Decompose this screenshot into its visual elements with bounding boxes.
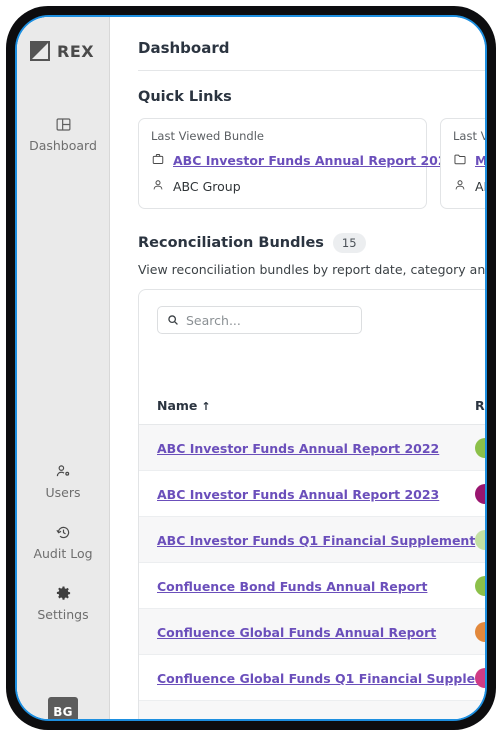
sort-asc-icon: ↑ — [201, 400, 211, 413]
sidebar-nav: Dashboard Users Audit Log Settings — [17, 105, 109, 635]
quick-link-owner-row: ABC G — [453, 177, 485, 196]
search-wrap: Search... — [139, 306, 485, 334]
table-header-row: Name↑ Revie — [139, 394, 485, 425]
briefcase-icon — [151, 151, 165, 170]
sidebar: REX Dashboard Users Audit Log Settings B… — [17, 17, 110, 719]
main-content: Dashboard Quick Links Last Viewed Bundle — [110, 17, 485, 719]
brand-name: REX — [57, 41, 95, 61]
cell-name: ABC Investor Funds Annual Report 2023 — [139, 470, 457, 517]
cell-name: CTI Annual Report — [139, 700, 457, 719]
bundle-name-link[interactable]: ABC Investor Funds Q1 Financial Suppleme… — [157, 533, 475, 548]
users-gear-icon — [55, 463, 72, 480]
bundles-count-badge: 15 — [332, 233, 366, 253]
sidebar-footer: BG — [17, 697, 109, 719]
cell-name: Confluence Global Funds Q1 Financial Sup… — [139, 654, 485, 701]
bundle-name-link[interactable]: Confluence Global Funds Annual Report — [157, 625, 436, 640]
bundle-name-link[interactable]: Confluence Bond Funds Annual Report — [157, 579, 427, 594]
table-row[interactable]: ABC Investor Funds Annual Report 2022 Rea… — [139, 424, 485, 471]
status-badge: Read — [475, 576, 485, 596]
table-row[interactable]: CTI Annual Report Read — [139, 700, 485, 719]
cell-review-status: Read — [457, 562, 485, 609]
bundles-table: Name↑ Revie ABC Investor Funds Annual Re… — [139, 394, 485, 719]
quick-link-owner: ABC Group — [173, 179, 241, 194]
bundles-description: View reconciliation bundles by report da… — [138, 262, 485, 277]
table-row[interactable]: Confluence Bond Funds Annual Report Read — [139, 562, 485, 609]
cell-name: ABC Investor Funds Q1 Financial Suppleme… — [139, 516, 475, 563]
status-badge: Files — [475, 668, 485, 688]
cell-name: ABC Investor Funds Annual Report 2022 — [139, 424, 457, 471]
sidebar-item-label: Settings — [37, 607, 89, 622]
quick-link-caption: Last Viewed Folder — [453, 129, 485, 143]
brand: REX — [17, 17, 109, 61]
bundles-title: Reconciliation Bundles — [138, 235, 324, 251]
table-row[interactable]: ABC Investor Funds Q1 Financial Suppleme… — [139, 516, 485, 563]
bundles-panel: Search... Name↑ Revie — [138, 289, 485, 719]
search-icon — [167, 311, 179, 330]
sidebar-item-audit-log[interactable]: Audit Log — [17, 513, 109, 574]
page-title: Dashboard — [138, 39, 230, 57]
cell-review-status: In Pr — [457, 608, 485, 655]
person-icon — [453, 177, 467, 196]
cell-review-status: Files — [457, 470, 485, 517]
sidebar-item-users[interactable]: Users — [17, 452, 109, 513]
quick-link-primary-row: Multi — [453, 151, 485, 170]
sidebar-item-label: Audit Log — [33, 546, 93, 561]
table-head: Name↑ Revie — [139, 394, 485, 425]
quick-link-owner: ABC G — [475, 179, 485, 194]
column-header-review[interactable]: Revie — [457, 394, 485, 425]
gear-icon — [55, 585, 72, 602]
bundle-name-link[interactable]: Confluence Global Funds Q1 Financial Sup… — [157, 671, 485, 686]
history-clock-icon — [55, 524, 72, 541]
table-row[interactable]: ABC Investor Funds Annual Report 2023 Fil… — [139, 470, 485, 517]
cell-name: Confluence Global Funds Annual Report — [139, 608, 457, 655]
bundle-name-link[interactable]: ABC Investor Funds Annual Report 2022 — [157, 441, 439, 456]
quick-link-owner-row: ABC Group — [151, 177, 414, 196]
quick-link-caption: Last Viewed Bundle — [151, 129, 264, 143]
table-row[interactable]: Confluence Global Funds Q1 Financial Sup… — [139, 654, 485, 701]
status-badge: Files — [475, 484, 485, 504]
device-frame: REX Dashboard Users Audit Log Settings B… — [6, 6, 496, 730]
bundle-name-link[interactable]: CTI Annual Report — [157, 717, 285, 719]
person-icon — [151, 177, 165, 196]
column-header-name[interactable]: Name ↑ — [139, 394, 457, 425]
table-row[interactable]: Confluence Global Funds Annual Report In … — [139, 608, 485, 655]
quick-link-bundle-link[interactable]: ABC Investor Funds Annual Report 2022 — [173, 153, 455, 168]
quick-links-title: Quick Links — [138, 89, 232, 105]
quick-link-folder-link[interactable]: Multi — [475, 153, 485, 168]
search-placeholder: Search... — [186, 312, 241, 328]
quick-link-card-bundle[interactable]: Last Viewed Bundle ABC Investor Funds An… — [138, 118, 455, 209]
rex-logo-icon — [30, 41, 50, 61]
device-bezel: REX Dashboard Users Audit Log Settings B… — [15, 15, 487, 721]
folder-icon — [453, 151, 467, 170]
bundle-name-link[interactable]: ABC Investor Funds Annual Report 2023 — [157, 487, 439, 502]
status-badge: Read — [475, 438, 485, 458]
header-divider — [138, 70, 485, 71]
quick-link-primary-row: ABC Investor Funds Annual Report 2022 — [151, 151, 455, 170]
status-badge: Com — [475, 530, 485, 550]
table-body: ABC Investor Funds Annual Report 2022 Rea… — [139, 424, 485, 719]
sidebar-item-dashboard[interactable]: Dashboard — [17, 105, 109, 166]
status-badge: In Pr — [475, 622, 485, 642]
avatar[interactable]: BG — [48, 697, 78, 719]
sidebar-item-label: Dashboard — [29, 138, 97, 153]
quick-link-card-folder[interactable]: Last Viewed Folder Multi — [440, 118, 485, 209]
quick-links-row: Last Viewed Bundle ABC Investor Funds An… — [138, 118, 485, 209]
app-viewport: REX Dashboard Users Audit Log Settings B… — [17, 17, 485, 719]
cell-name: Confluence Bond Funds Annual Report — [139, 562, 457, 609]
device-screen: REX Dashboard Users Audit Log Settings B… — [17, 17, 485, 719]
column-header-name-label: Name — [157, 398, 198, 413]
cell-review-status: Read — [457, 700, 485, 719]
sidebar-item-label: Users — [45, 485, 81, 500]
search-input[interactable]: Search... — [157, 306, 362, 334]
sidebar-item-settings[interactable]: Settings — [17, 574, 109, 635]
bundles-header: Reconciliation Bundles 15 — [138, 233, 485, 253]
dashboard-icon — [55, 116, 72, 133]
status-badge: Read — [475, 714, 485, 719]
cell-review-status: Read — [457, 424, 485, 471]
